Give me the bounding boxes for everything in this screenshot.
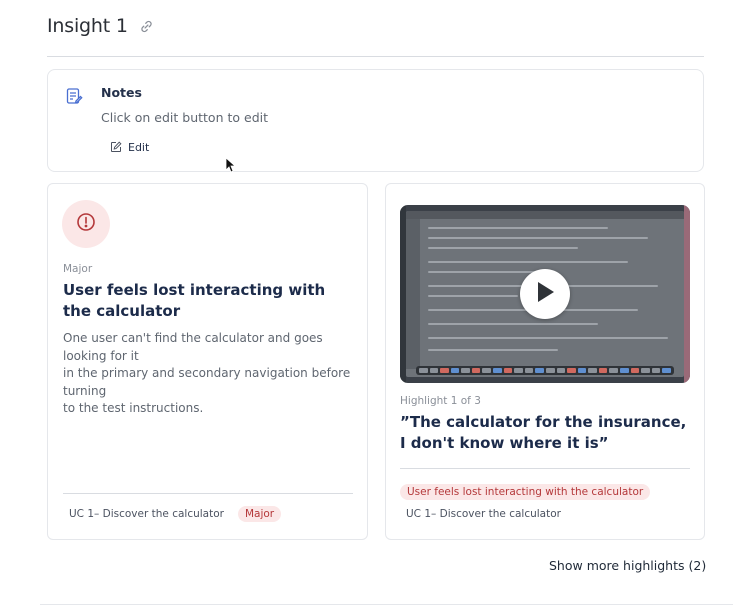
edit-label: Edit: [128, 141, 150, 154]
highlight-card[interactable]: Highlight 1 of 3 ”The calculator for the…: [385, 183, 705, 540]
highlight-divider: [400, 468, 690, 469]
insight-title: Insight 1: [47, 15, 128, 37]
insight-description: One user can't find the calculator and g…: [63, 331, 351, 416]
insight-card[interactable]: Major User feels lost interacting with t…: [47, 183, 368, 540]
notes-hint: Click on edit button to edit: [101, 110, 268, 125]
header-divider: [47, 56, 704, 57]
use-case-tag[interactable]: UC 1– Discover the calculator: [63, 506, 230, 522]
insight-card-title: User feels lost interacting with the cal…: [63, 281, 326, 320]
severity-label: Major: [63, 263, 93, 275]
play-icon: [534, 280, 556, 308]
notes-icon: [65, 87, 83, 105]
highlight-count: Highlight 1 of 3: [400, 395, 481, 407]
severity-badge: [62, 200, 110, 248]
alert-circle-icon: [76, 212, 96, 236]
use-case-tag[interactable]: UC 1– Discover the calculator: [400, 506, 567, 522]
insight-tags: UC 1– Discover the calculator Major: [63, 506, 282, 522]
show-more-highlights-link[interactable]: Show more highlights (2): [549, 558, 706, 573]
notes-card: Notes Click on edit button to edit Edit: [47, 69, 704, 172]
insight-tag[interactable]: User feels lost interacting with the cal…: [400, 484, 651, 500]
edit-button[interactable]: Edit: [110, 138, 149, 157]
highlight-tags: User feels lost interacting with the cal…: [400, 484, 651, 522]
card-divider: [63, 493, 353, 494]
bottom-divider: [40, 604, 733, 605]
insight-header: Insight 1: [47, 13, 156, 39]
link-icon[interactable]: [138, 17, 156, 35]
notes-title: Notes: [101, 85, 142, 100]
severity-tag[interactable]: Major: [237, 506, 282, 522]
play-button[interactable]: [520, 269, 570, 319]
video-thumbnail[interactable]: [400, 205, 690, 383]
mouse-cursor-icon: [225, 157, 237, 173]
highlight-quote: ”The calculator for the insurance, I don…: [400, 413, 687, 452]
edit-icon: [110, 138, 122, 157]
